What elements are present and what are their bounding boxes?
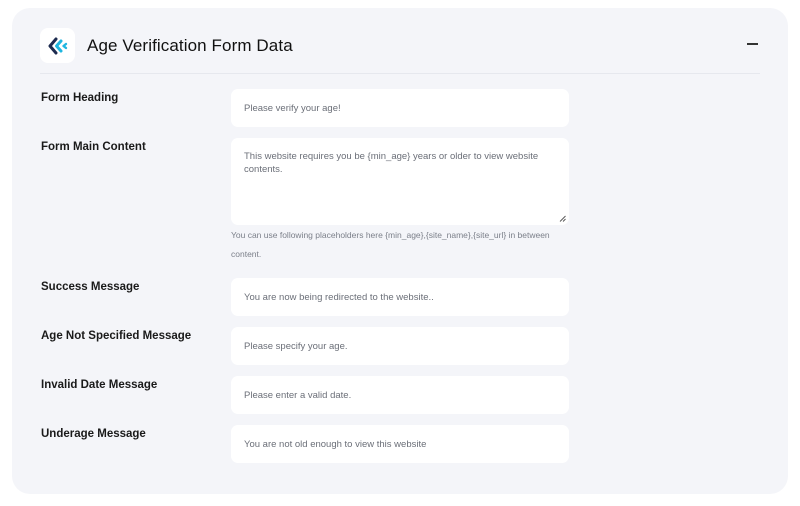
brand-logo-icon xyxy=(40,28,75,63)
panel-header: Age Verification Form Data xyxy=(40,28,760,74)
form-heading-input[interactable]: Please verify your age! xyxy=(231,89,569,127)
underage-message-input[interactable]: You are not old enough to view this webs… xyxy=(231,425,569,463)
form-main-content-textarea[interactable]: This website requires you be {min_age} y… xyxy=(231,138,569,225)
form-main-content-label: Form Main Content xyxy=(41,141,146,153)
collapse-button[interactable] xyxy=(744,34,762,54)
form-heading-label: Form Heading xyxy=(41,92,119,104)
success-message-label: Success Message xyxy=(41,281,140,293)
underage-message-label: Underage Message xyxy=(41,428,146,440)
invalid-date-message-label: Invalid Date Message xyxy=(41,379,158,391)
minus-icon xyxy=(747,43,758,45)
age-not-specified-message-label: Age Not Specified Message xyxy=(41,330,192,342)
success-message-input[interactable]: You are now being redirected to the webs… xyxy=(231,278,569,316)
placeholder-help-text: You can use following placeholders here … xyxy=(231,230,550,259)
age-verification-panel: Age Verification Form Data Form Heading … xyxy=(12,8,788,494)
age-not-specified-message-input[interactable]: Please specify your age. xyxy=(231,327,569,365)
invalid-date-message-input[interactable]: Please enter a valid date. xyxy=(231,376,569,414)
form-main-content-text: This website requires you be {min_age} y… xyxy=(244,151,539,175)
panel-title: Age Verification Form Data xyxy=(87,36,293,55)
resize-grip-icon[interactable] xyxy=(559,215,566,222)
